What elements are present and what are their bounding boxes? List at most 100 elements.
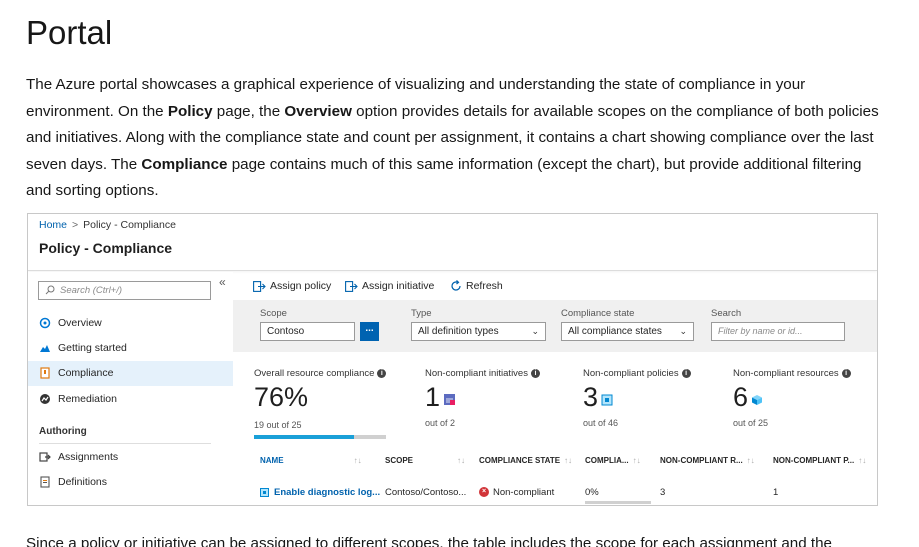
sort-icon: ↑↓ <box>746 456 755 465</box>
nav-item-compliance[interactable]: Compliance <box>28 361 233 386</box>
cloud-icon <box>40 345 50 352</box>
column-header-noncompliant-resources[interactable]: NON-COMPLIANT R... ↑↓ <box>660 456 755 470</box>
initiative-icon <box>444 394 456 405</box>
search-icon <box>45 285 55 295</box>
row-noncompliant-policies: 1 <box>773 487 779 498</box>
info-icon: i <box>377 368 387 378</box>
page-title: Portal <box>26 14 113 51</box>
kpi-label: Overall resource compliance i <box>254 368 387 379</box>
scope-label: Scope <box>260 308 287 319</box>
overview-icon <box>39 317 51 329</box>
kpi-label: Non-compliant policies i <box>583 368 691 379</box>
nav-item-label: Remediation <box>58 393 117 405</box>
kpi-sub: out of 46 <box>583 418 619 428</box>
nav-group-authoring: Authoring <box>39 426 87 437</box>
row-compliance-percent: 0% <box>585 487 599 498</box>
nav-item-definitions[interactable]: Definitions <box>28 470 233 495</box>
remediation-icon <box>40 394 50 404</box>
sort-icon: ↑↓ <box>353 456 362 465</box>
kpi-noncompliant-resources: Non-compliant resources i 6 out of 25 <box>733 368 851 428</box>
nav-item-label: Assignments <box>58 451 119 463</box>
sort-icon: ↑↓ <box>858 456 867 465</box>
assign-icon <box>253 280 266 292</box>
kpi-overall-compliance: Overall resource compliance i 76% 19 out … <box>254 368 387 430</box>
breadcrumb-separator: > <box>72 219 79 231</box>
scope-field[interactable]: Contoso <box>260 322 355 341</box>
bottom-paragraph: Since a policy or initiative can be assi… <box>26 535 832 547</box>
assign-policy-label: Assign policy <box>270 280 332 292</box>
info-icon: i <box>530 368 540 378</box>
column-header-compliance[interactable]: COMPLIA... ↑↓ <box>585 456 641 470</box>
resource-cube-icon <box>752 395 763 405</box>
compliance-progress-fill <box>254 435 355 439</box>
column-header-scope[interactable]: SCOPE ↑↓ <box>385 456 465 470</box>
breadcrumb-current: Policy - Compliance <box>83 219 176 231</box>
row-name-link[interactable]: Enable diagnostic log... <box>260 487 380 498</box>
compliance-state-dropdown[interactable]: All compliance states ⌄ <box>561 322 694 341</box>
kpi-label: Non-compliant initiatives i <box>425 368 540 379</box>
kpi-sub: out of 25 <box>733 418 769 428</box>
row-compliance-state: × Non-compliant <box>479 487 554 498</box>
breadcrumb: Home > Policy - Compliance <box>39 219 176 231</box>
definitions-icon <box>40 476 50 488</box>
compliance-icon <box>40 367 50 379</box>
nav-item-label: Definitions <box>58 476 108 488</box>
assign-initiative-button[interactable]: Assign initiative <box>345 280 434 292</box>
row-scope: Contoso/Contoso... <box>385 487 467 498</box>
info-icon: i <box>681 368 691 378</box>
blade-header: Home > Policy - Compliance Policy - Compli… <box>28 214 877 271</box>
nav-item-label: Overview <box>58 317 102 329</box>
column-header-name[interactable]: NAME ↑↓ <box>260 456 362 470</box>
nav-item-getting-started[interactable]: Getting started <box>28 336 233 361</box>
assignments-icon <box>39 452 51 462</box>
type-label: Type <box>411 308 432 319</box>
kpi-label: Non-compliant resources i <box>733 368 851 379</box>
nav-item-remediation[interactable]: Remediation <box>28 387 233 412</box>
breadcrumb-home-link[interactable]: Home <box>39 219 67 231</box>
portal-screenshot: Home > Policy - Compliance Policy - Compli… <box>27 213 878 506</box>
assign-initiative-label: Assign initiative <box>362 280 435 292</box>
nav-divider <box>39 443 211 444</box>
compliance-state-value: All compliance states <box>568 326 662 337</box>
sort-icon: ↑↓ <box>457 456 466 465</box>
collapse-nav-button[interactable]: « <box>219 275 226 289</box>
refresh-label: Refresh <box>466 280 503 292</box>
compliance-progress-bar <box>254 435 386 439</box>
type-value: All definition types <box>418 326 499 337</box>
refresh-button[interactable]: Refresh <box>450 280 503 292</box>
nav-item-assignments[interactable]: Assignments <box>28 445 233 470</box>
nav-item-label: Getting started <box>58 342 127 354</box>
assign-policy-button[interactable]: Assign policy <box>253 280 331 292</box>
compliance-content: Assign policy Assign initiative Refresh … <box>233 272 877 505</box>
kpi-noncompliant-policies: Non-compliant policies i 3 out of 46 <box>583 368 691 428</box>
nav-item-label: Compliance <box>58 367 114 379</box>
kpi-value: 3 <box>583 382 613 413</box>
column-header-noncompliant-policies[interactable]: NON-COMPLIANT P... ↑↓ <box>773 456 866 470</box>
column-header-compliance-state[interactable]: COMPLIANCE STATE ↑↓ <box>479 456 572 470</box>
compliance-state-label: Compliance state <box>561 308 635 319</box>
filter-search-input[interactable]: Filter by name or id... <box>711 322 845 341</box>
blade-title: Policy - Compliance <box>39 240 173 256</box>
kpi-value: 76% <box>254 382 309 412</box>
scope-picker-button[interactable]: ... <box>360 322 379 341</box>
intro-paragraph: The Azure portal showcases a graphical e… <box>26 76 879 199</box>
nav-search-placeholder: Search (Ctrl+/) <box>60 285 123 296</box>
error-icon: × <box>479 487 489 498</box>
sort-icon: ↑↓ <box>564 456 573 465</box>
sort-icon: ↑↓ <box>632 456 641 465</box>
chevron-down-icon: ⌄ <box>531 326 539 336</box>
nav-item-overview[interactable]: Overview <box>28 311 233 336</box>
row-compliance-bar <box>585 501 651 504</box>
chevron-down-icon: ⌄ <box>679 326 687 336</box>
command-bar: Assign policy Assign initiative Refresh <box>233 272 877 300</box>
kpi-noncompliant-initiatives: Non-compliant initiatives i 1 out of 2 <box>425 368 540 428</box>
assignment-icon <box>260 487 269 497</box>
assign-icon <box>345 280 358 292</box>
type-dropdown[interactable]: All definition types ⌄ <box>411 322 546 341</box>
kpi-value: 6 <box>733 382 763 413</box>
row-noncompliant-resources: 3 <box>660 487 666 498</box>
nav-search-input[interactable]: Search (Ctrl+/) <box>38 281 211 300</box>
info-icon: i <box>841 368 851 378</box>
kpi-value: 1 <box>425 382 456 413</box>
policy-icon <box>601 394 613 406</box>
